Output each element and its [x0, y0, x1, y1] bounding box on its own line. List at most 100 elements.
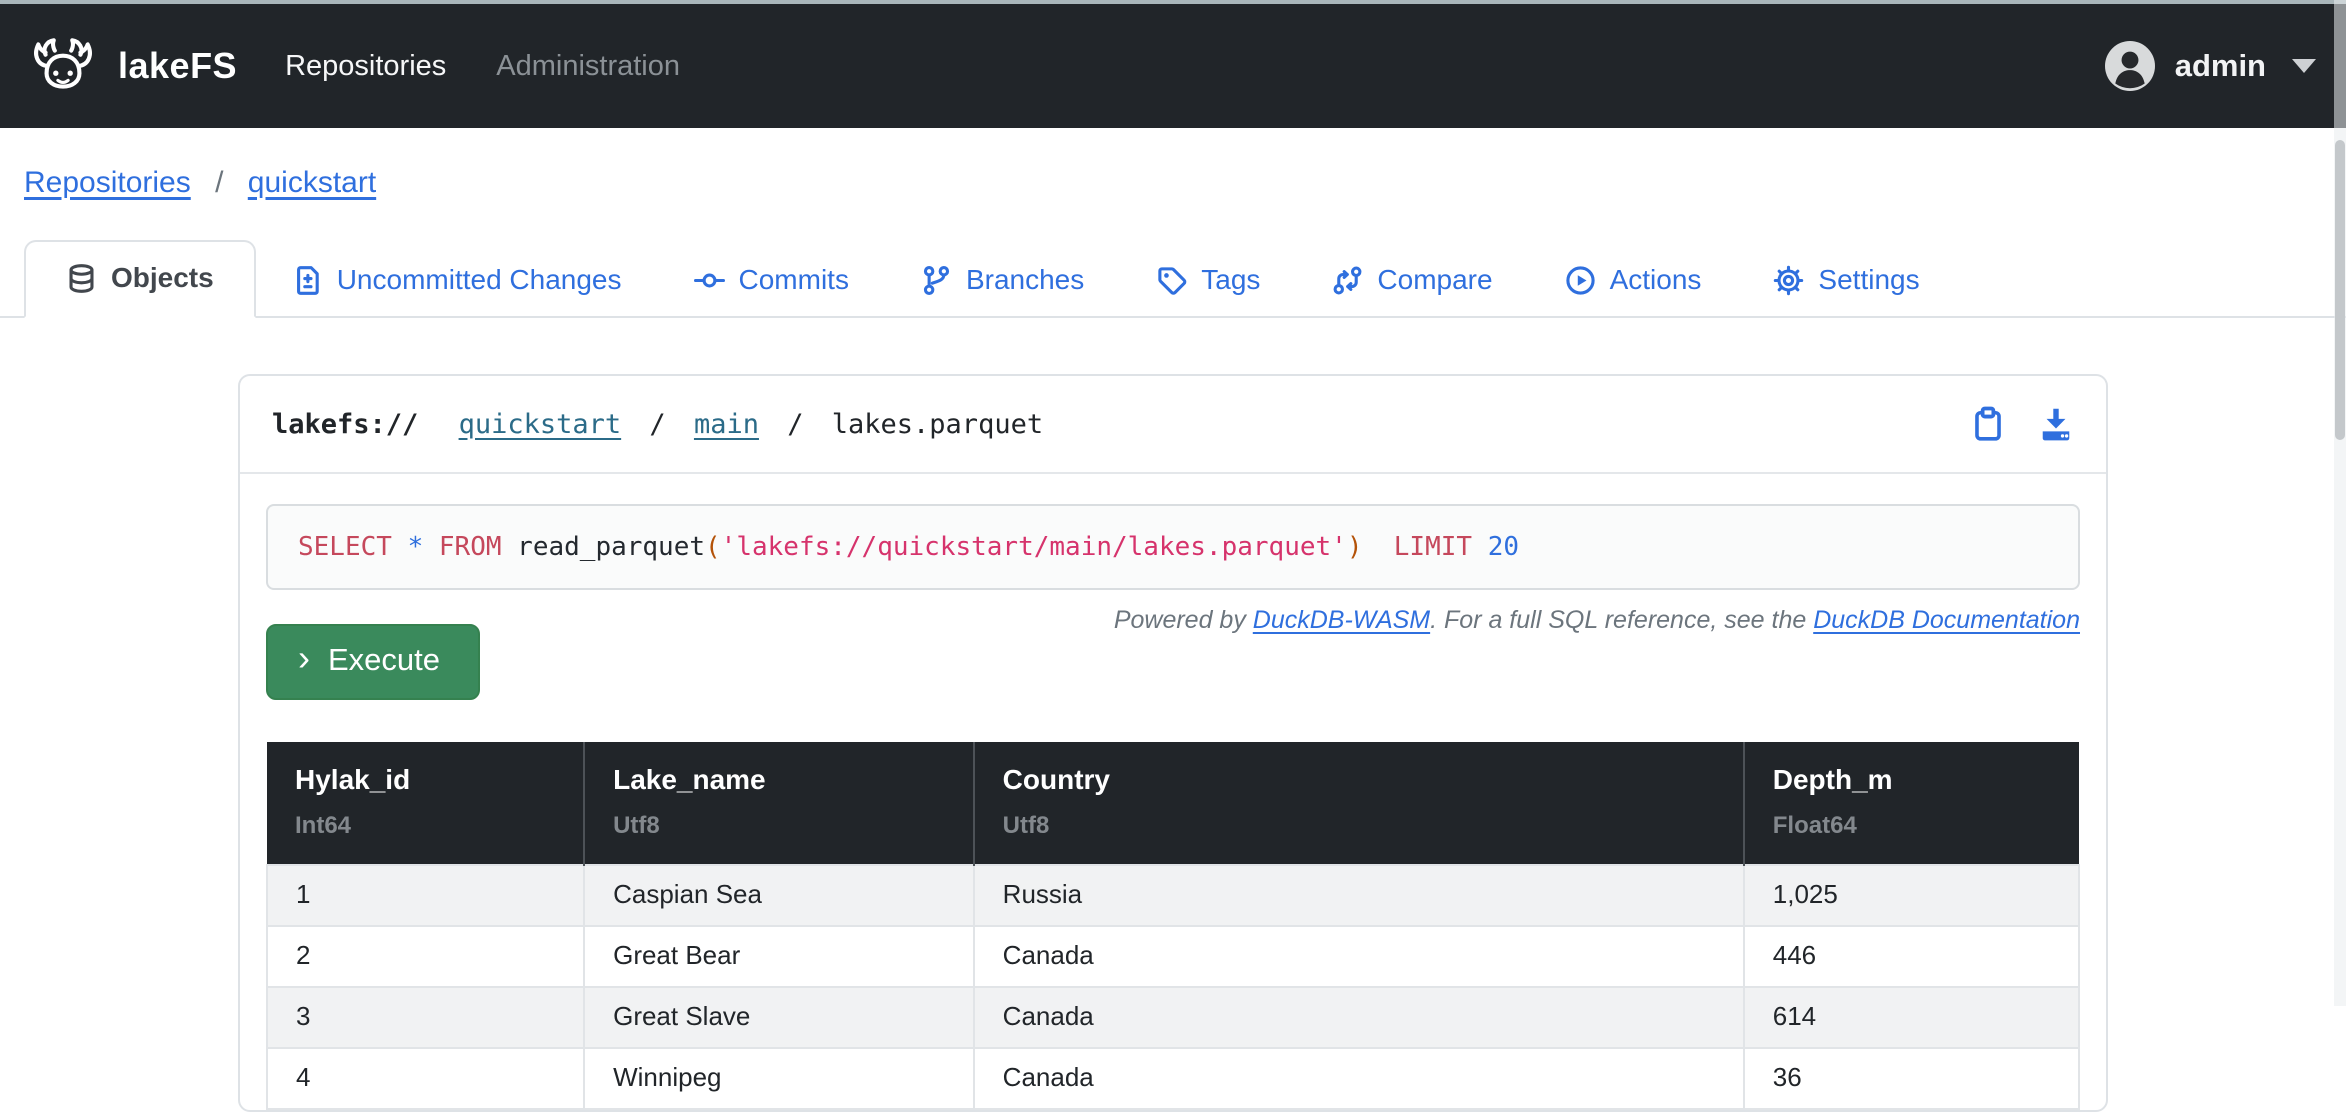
column-header: Hylak_id Int64	[267, 742, 584, 865]
column-name: Depth_m	[1773, 764, 2051, 796]
chevron-down-icon	[2292, 59, 2316, 73]
duckdb-docs-link[interactable]: DuckDB Documentation	[1813, 606, 2080, 634]
cell-lake-name: Great Bear	[584, 926, 974, 987]
path-separator: /	[787, 409, 803, 440]
tab-label: Objects	[111, 262, 214, 294]
play-circle-icon	[1565, 265, 1596, 296]
tab-compare[interactable]: Compare	[1296, 242, 1528, 318]
cell-depth: 36	[1744, 1048, 2079, 1109]
sql-token: *	[408, 532, 424, 562]
cell-country: Canada	[974, 926, 1744, 987]
tab-label: Uncommitted Changes	[337, 264, 622, 296]
breadcrumb-separator: /	[215, 166, 223, 199]
cell-country: Canada	[974, 1048, 1744, 1109]
sql-token: LIMIT	[1394, 532, 1472, 562]
sql-token: read_parquet	[517, 532, 705, 562]
object-viewer-card: lakefs:// quickstart / main / lakes.parq…	[238, 374, 2108, 1112]
tab-label: Compare	[1377, 264, 1492, 296]
powered-by-text: Powered by	[1114, 606, 1253, 634]
tab-uncommitted-changes[interactable]: Uncommitted Changes	[256, 242, 658, 318]
lakefs-axolotl-logo-icon	[26, 35, 100, 97]
column-name: Country	[1003, 764, 1715, 796]
path-repo-link[interactable]: quickstart	[459, 409, 622, 440]
tab-label: Tags	[1201, 264, 1260, 296]
repository-tabbar: Objects Uncommitted Changes Commits Bran…	[0, 240, 2346, 318]
breadcrumb-repositories-link[interactable]: Repositories	[24, 166, 191, 199]
git-compare-icon	[1332, 265, 1363, 296]
duckdb-wasm-link[interactable]: DuckDB-WASM	[1253, 606, 1430, 634]
tab-commits[interactable]: Commits	[658, 242, 885, 318]
column-type: Utf8	[613, 812, 945, 840]
nav-item-repositories[interactable]: Repositories	[285, 50, 446, 83]
copy-clipboard-icon[interactable]	[1970, 406, 2006, 442]
cell-hylak-id: 1	[267, 865, 584, 926]
gear-icon	[1773, 265, 1804, 296]
tab-label: Branches	[966, 264, 1084, 296]
column-header: Country Utf8	[974, 742, 1744, 865]
nav-item-administration[interactable]: Administration	[496, 50, 680, 83]
cell-lake-name: Great Slave	[584, 987, 974, 1048]
tab-tags[interactable]: Tags	[1120, 242, 1296, 318]
user-name: admin	[2175, 48, 2266, 84]
cell-hylak-id: 4	[267, 1048, 584, 1109]
powered-by-text: . For a full SQL reference, see the	[1430, 606, 1813, 634]
tab-branches[interactable]: Branches	[885, 242, 1120, 318]
tab-label: Commits	[739, 264, 849, 296]
column-type: Float64	[1773, 812, 2051, 840]
cell-lake-name: Winnipeg	[584, 1048, 974, 1109]
tab-label: Actions	[1610, 264, 1702, 296]
tab-settings[interactable]: Settings	[1737, 242, 1955, 318]
table-row: 2 Great Bear Canada 446	[267, 926, 2079, 987]
cell-hylak-id: 3	[267, 987, 584, 1048]
tab-label: Settings	[1818, 264, 1919, 296]
sql-token: SELECT	[298, 532, 392, 562]
object-viewer-body: SELECT * FROM read_parquet('lakefs://qui…	[240, 474, 2106, 1110]
avatar-icon	[2105, 41, 2155, 91]
table-row: 3 Great Slave Canada 614	[267, 987, 2079, 1048]
table-row: 1 Caspian Sea Russia 1,025	[267, 865, 2079, 926]
file-diff-icon	[292, 265, 323, 296]
sql-actions-row: › Execute Powered by DuckDB-WASM. For a …	[266, 606, 2080, 700]
brand-title: lakeFS	[118, 45, 237, 87]
sql-editor[interactable]: SELECT * FROM read_parquet('lakefs://qui…	[266, 504, 2080, 590]
query-results-table: Hylak_id Int64 Lake_name Utf8 Country Ut…	[266, 742, 2080, 1110]
database-icon	[66, 263, 97, 294]
column-name: Hylak_id	[295, 764, 555, 796]
cell-hylak-id: 2	[267, 926, 584, 987]
column-header: Lake_name Utf8	[584, 742, 974, 865]
breadcrumb: Repositories / quickstart	[0, 128, 2346, 200]
sql-token: FROM	[439, 532, 502, 562]
sql-token: 20	[1488, 532, 1519, 562]
execute-label: Execute	[328, 642, 440, 678]
path-filename: lakes.parquet	[832, 409, 1043, 440]
brand-link[interactable]: lakeFS	[26, 35, 285, 97]
sql-token: (	[705, 532, 721, 562]
download-icon[interactable]	[2038, 406, 2074, 442]
git-branch-icon	[921, 265, 952, 296]
sql-token: 'lakefs://quickstart/main/lakes.parquet'	[721, 532, 1347, 562]
scrollbar-thumb[interactable]	[2335, 140, 2345, 440]
cell-depth: 446	[1744, 926, 2079, 987]
cell-depth: 614	[1744, 987, 2079, 1048]
tab-objects[interactable]: Objects	[24, 240, 256, 318]
user-menu[interactable]: admin	[2105, 41, 2316, 91]
sql-token: )	[1347, 532, 1363, 562]
cell-country: Russia	[974, 865, 1744, 926]
commit-icon	[694, 265, 725, 296]
scrollbar-track[interactable]	[2334, 0, 2346, 1006]
column-type: Utf8	[1003, 812, 1715, 840]
execute-button[interactable]: › Execute	[266, 624, 480, 700]
table-row: 4 Winnipeg Canada 36	[267, 1048, 2079, 1109]
column-name: Lake_name	[613, 764, 945, 796]
column-header: Depth_m Float64	[1744, 742, 2079, 865]
path-separator: /	[649, 409, 665, 440]
cell-lake-name: Caspian Sea	[584, 865, 974, 926]
cell-depth: 1,025	[1744, 865, 2079, 926]
object-actions	[1970, 406, 2074, 442]
cell-country: Canada	[974, 987, 1744, 1048]
object-path: lakefs:// quickstart / main / lakes.parq…	[272, 409, 1043, 440]
path-branch-link[interactable]: main	[694, 409, 759, 440]
tab-actions[interactable]: Actions	[1529, 242, 1738, 318]
powered-by-note: Powered by DuckDB-WASM. For a full SQL r…	[1114, 606, 2080, 635]
breadcrumb-quickstart-link[interactable]: quickstart	[248, 166, 376, 199]
